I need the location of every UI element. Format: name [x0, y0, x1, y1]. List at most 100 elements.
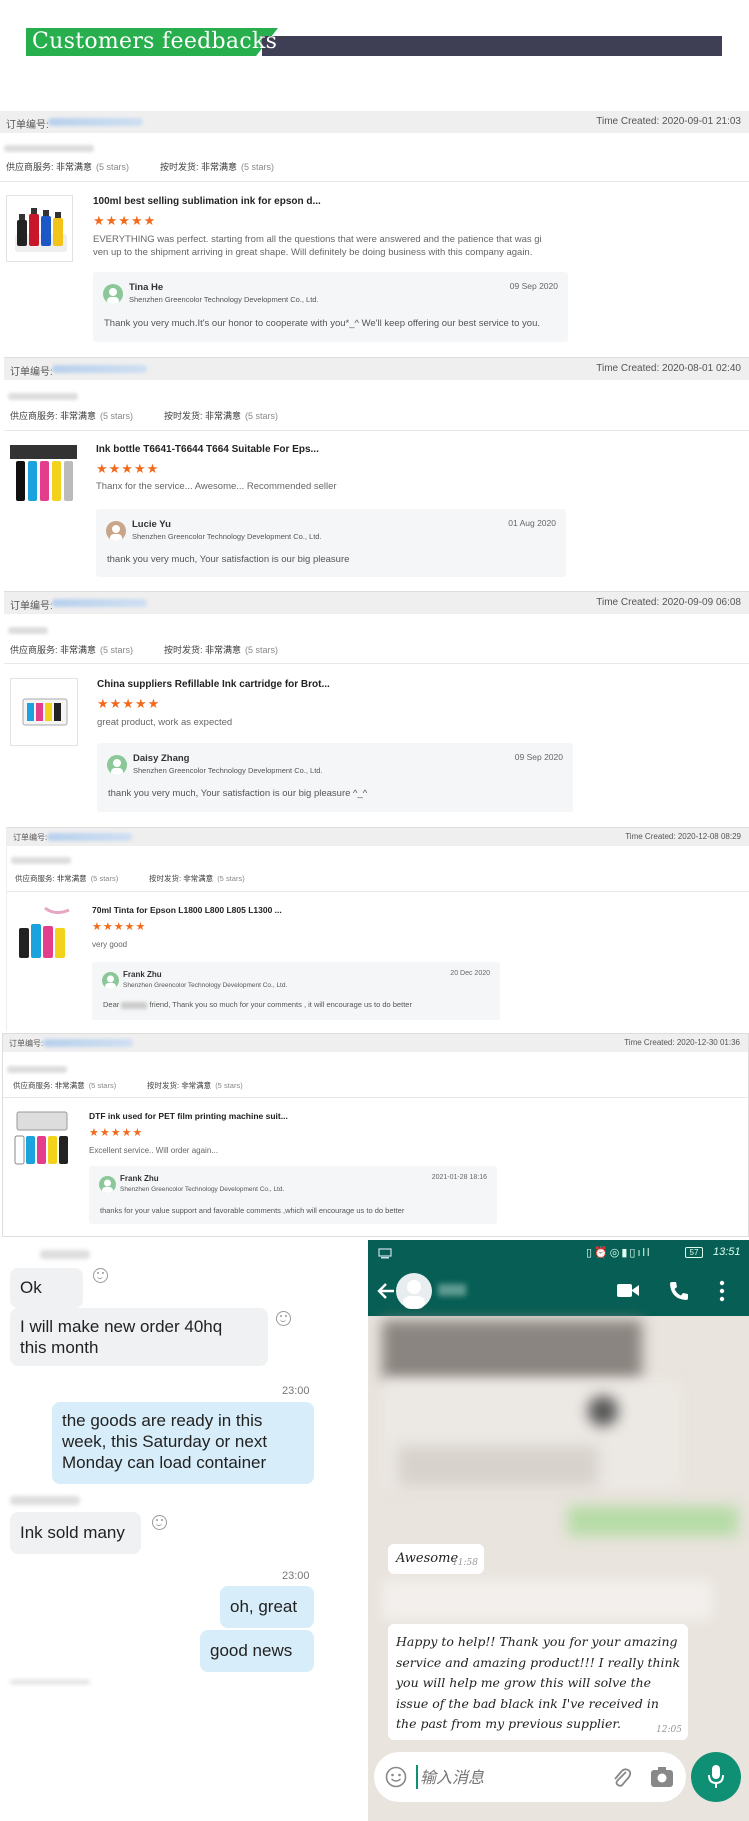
- seller-reply: Lucie Yu Shenzhen Greencolor Technology …: [96, 509, 566, 577]
- reply-date: 2021-01-28 18:16: [431, 1174, 487, 1181]
- order-bar: 订单编号: Time Created: 2020-12-30 01:36: [3, 1034, 748, 1052]
- text-cursor: [416, 1765, 418, 1789]
- message-input[interactable]: [420, 1764, 590, 1790]
- emoji-react-icon[interactable]: [276, 1311, 291, 1326]
- shipping-rating: 按时发货: 非常满意 (5 stars): [149, 874, 245, 883]
- product-thumbnail[interactable]: [6, 195, 73, 262]
- message-bubble[interactable]: Awesome 11:58: [388, 1544, 484, 1574]
- status-bar: ▯⏰◎▮▯ıll 57 13:51: [368, 1240, 749, 1266]
- reply-date: 09 Sep 2020: [514, 752, 563, 762]
- reply-text: Dear friend, Thank you so much for your …: [103, 1000, 412, 1009]
- star-rating: ★★★★★: [97, 696, 161, 711]
- product-title-link[interactable]: 70ml Tinta for Epson L1800 L800 L805 L13…: [92, 905, 282, 915]
- product-title-link[interactable]: 100ml best selling sublimation ink for e…: [93, 196, 321, 207]
- avatar: [107, 755, 127, 775]
- contact-avatar[interactable]: [396, 1273, 432, 1309]
- service-rating: 供应商服务: 非常满意 (5 stars): [15, 874, 119, 883]
- reply-author: Frank Zhu: [120, 1174, 159, 1183]
- message-time: 23:00: [282, 1570, 310, 1582]
- avatar: [103, 284, 123, 304]
- reply-date: 20 Dec 2020: [450, 970, 490, 977]
- product-thumbnail[interactable]: [10, 678, 78, 746]
- message-bubble-outgoing[interactable]: the goods are ready in this week, this Sa…: [52, 1402, 314, 1484]
- message-time: 23:00: [282, 1385, 310, 1397]
- reply-text: thank you very much, Your satisfaction i…: [108, 788, 368, 799]
- reply-author: Frank Zhu: [123, 970, 162, 979]
- message-bubble[interactable]: Ok: [10, 1268, 83, 1308]
- emoji-icon[interactable]: [385, 1766, 407, 1788]
- review-text: Thanx for the service... Awesome... Reco…: [96, 481, 337, 492]
- review-card: 订单编号: Time Created: 2020-08-01 02:40 供应商…: [4, 357, 749, 589]
- order-bar: 订单编号: Time Created: 2020-12-08 08:29: [7, 828, 749, 846]
- shipping-rating: 按时发货: 非常满意 (5 stars): [164, 645, 279, 655]
- status-clock: 13:51: [713, 1246, 741, 1258]
- seller-reply: Tina He Shenzhen Greencolor Technology D…: [93, 272, 568, 342]
- review-card: 订单编号: Time Created: 2020-09-01 21:03 供应商…: [0, 111, 749, 355]
- message-input-bar: [374, 1752, 686, 1802]
- avatar: [102, 972, 119, 989]
- status-icons: ▯⏰◎▮▯ıll: [586, 1247, 652, 1259]
- reply-text: Thank you very much.It's our honor to co…: [104, 318, 540, 329]
- time-created: Time Created: 2020-09-01 21:03: [596, 116, 741, 127]
- seller-reply: Frank Zhu Shenzhen Greencolor Technology…: [92, 962, 500, 1020]
- reply-date: 01 Aug 2020: [508, 518, 556, 528]
- feedback-page: Customers feedbacks 订单编号: Time Created: …: [0, 0, 749, 1821]
- message-bubble[interactable]: Ink sold many: [10, 1512, 141, 1554]
- review-text: great product, work as expected: [97, 717, 233, 728]
- page-title: Customers feedbacks: [32, 29, 278, 54]
- emoji-react-icon[interactable]: [93, 1268, 108, 1283]
- product-thumbnail[interactable]: [15, 904, 75, 964]
- message-bubble[interactable]: Happy to help!! Thank you for your amazi…: [388, 1624, 688, 1740]
- review-card: 订单编号: Time Created: 2020-09-09 06:08 供应商…: [4, 591, 749, 823]
- back-arrow-icon[interactable]: [376, 1282, 396, 1300]
- avatar: [106, 521, 126, 541]
- product-thumbnail[interactable]: [13, 1110, 73, 1168]
- message-bubble-outgoing[interactable]: oh, great: [220, 1586, 314, 1628]
- product-title-link[interactable]: DTF ink used for PET film printing machi…: [89, 1111, 288, 1121]
- time-created: Time Created: 2020-12-30 01:36: [624, 1038, 740, 1047]
- reply-author: Daisy Zhang: [133, 753, 190, 764]
- order-number-label: 订单编号:: [6, 120, 49, 131]
- review-text: EVERYTHING was perfect. starting from al…: [93, 234, 542, 258]
- video-call-icon[interactable]: [616, 1282, 640, 1299]
- reply-company: Shenzhen Greencolor Technology Developme…: [120, 1186, 285, 1193]
- shipping-rating: 按时发货: 非常满意 (5 stars): [164, 411, 279, 421]
- avatar: [99, 1176, 116, 1193]
- camera-icon[interactable]: [650, 1766, 674, 1788]
- message-bubble-outgoing[interactable]: good news: [200, 1630, 314, 1672]
- reply-company: Shenzhen Greencolor Technology Developme…: [129, 295, 319, 304]
- order-bar: 订单编号: Time Created: 2020-09-01 21:03: [0, 111, 749, 133]
- order-bar: 订单编号: Time Created: 2020-09-09 06:08: [4, 592, 749, 614]
- voice-message-button[interactable]: [691, 1752, 741, 1802]
- header-dark-bar: [262, 36, 722, 56]
- contact-name-blurred[interactable]: [438, 1284, 466, 1296]
- product-title-link[interactable]: Ink bottle T6641-T6644 T664 Suitable For…: [96, 444, 319, 455]
- screen-icon: [378, 1248, 392, 1259]
- star-rating: ★★★★★: [93, 213, 157, 228]
- time-created: Time Created: 2020-08-01 02:40: [596, 363, 741, 374]
- order-number-blurred: [48, 118, 143, 126]
- message-bubble[interactable]: I will make new order 40hq this month: [10, 1308, 268, 1366]
- review-card: 订单编号: Time Created: 2020-12-30 01:36 供应商…: [2, 1033, 749, 1237]
- reply-text: thanks for your value support and favora…: [100, 1206, 405, 1215]
- attach-icon[interactable]: [610, 1765, 632, 1789]
- shipping-rating: 按时发货: 非常满意 (5 stars): [147, 1081, 243, 1090]
- star-rating: ★★★★★: [92, 921, 147, 933]
- whatsapp-screenshot: ▯⏰◎▮▯ıll 57 13:51 Awesome 11:58 Happy to…: [368, 1240, 749, 1821]
- reply-date: 09 Sep 2020: [509, 281, 558, 291]
- phone-call-icon[interactable]: [667, 1280, 689, 1302]
- reply-author: Tina He: [129, 282, 164, 293]
- review-text: very good: [92, 940, 128, 949]
- reply-company: Shenzhen Greencolor Technology Developme…: [133, 766, 323, 775]
- emoji-react-icon[interactable]: [152, 1515, 167, 1530]
- section-header: Customers feedbacks: [26, 28, 722, 56]
- microphone-icon: [708, 1765, 724, 1788]
- service-rating: 供应商服务: 非常满意 (5 stars): [10, 411, 134, 421]
- chat-body: Awesome 11:58 Happy to help!! Thank you …: [368, 1316, 749, 1746]
- more-options-icon[interactable]: [719, 1280, 725, 1302]
- reply-text: thank you very much, Your satisfaction i…: [107, 554, 350, 565]
- product-title-link[interactable]: China suppliers Refillable Ink cartridge…: [97, 679, 330, 690]
- time-created: Time Created: 2020-09-09 06:08: [596, 597, 741, 608]
- product-thumbnail[interactable]: [10, 443, 77, 510]
- star-rating: ★★★★★: [89, 1127, 144, 1139]
